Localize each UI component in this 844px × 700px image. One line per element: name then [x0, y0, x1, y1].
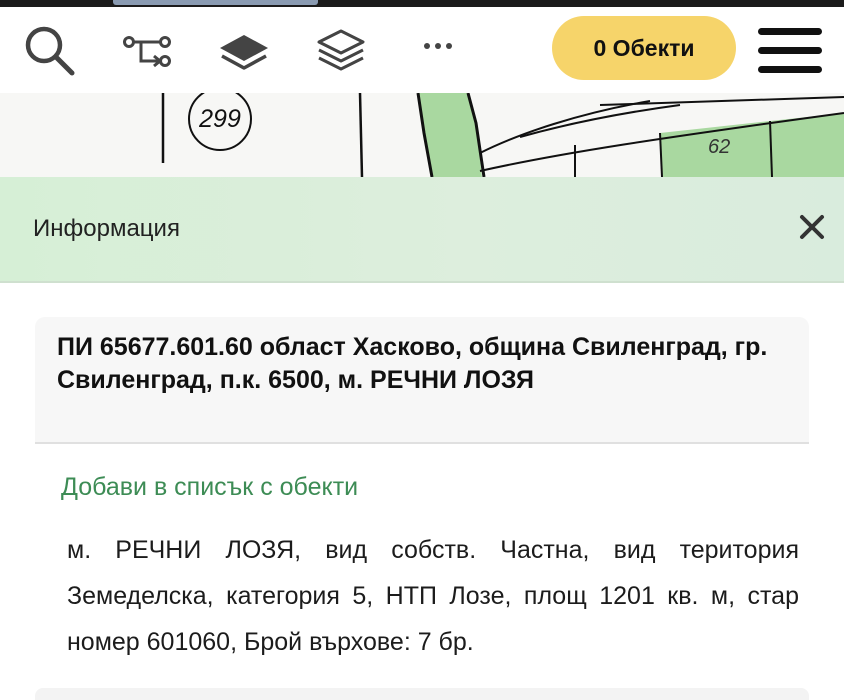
parcel-details: м. РЕЧНИ ЛОЗЯ, вид собств. Частна, вид т… [67, 536, 799, 656]
tab-indicator [113, 0, 318, 5]
status-strip [0, 0, 844, 7]
search-icon[interactable] [20, 21, 80, 81]
map-view[interactable]: 299 62 [0, 93, 844, 177]
info-panel-header: Информация [0, 177, 844, 283]
parcel-number-62: 62 [708, 136, 731, 158]
toolbar: 0 Обекти [0, 7, 844, 93]
menu-icon[interactable] [756, 25, 824, 75]
parcel-card: ПИ 65677.601.60 област Хасково, община С… [35, 317, 809, 444]
more-icon[interactable] [406, 21, 466, 81]
add-to-list-link[interactable]: Добави в списък с обекти [61, 473, 358, 502]
layer-icon[interactable] [214, 21, 274, 81]
next-card-peek [35, 688, 809, 700]
parcel-title: ПИ 65677.601.60 област Хасково, община С… [57, 333, 768, 394]
parcel-number-299: 299 [199, 105, 241, 133]
route-icon[interactable] [117, 21, 177, 81]
layers-stack-icon[interactable] [311, 21, 371, 81]
close-icon[interactable] [795, 210, 829, 244]
info-title: Информация [33, 215, 180, 242]
objects-button[interactable]: 0 Обекти [552, 16, 736, 80]
